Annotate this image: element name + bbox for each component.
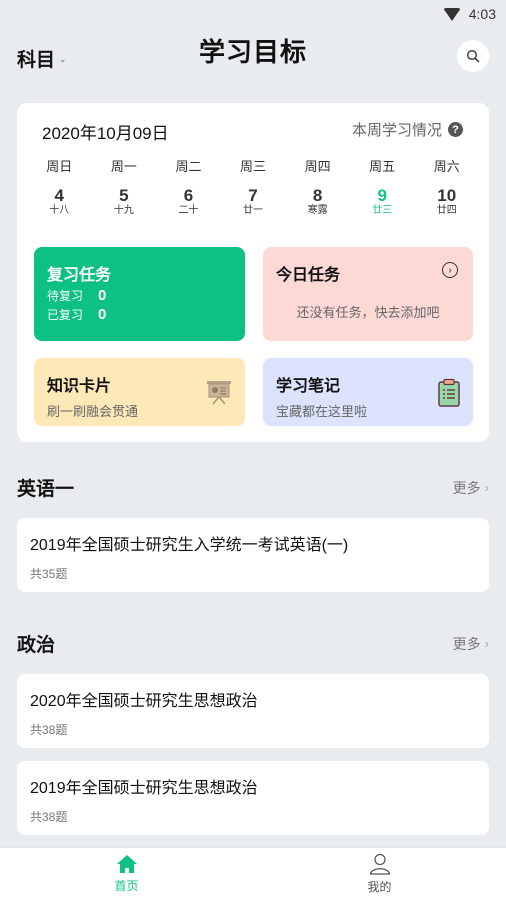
lunar-date: 廿三 <box>372 205 393 216</box>
review-tasks-title: 复习任务 <box>47 267 112 284</box>
exam-list-item[interactable]: 2019年全国硕士研究生思想政治 共38题 <box>17 761 489 835</box>
weekday-header: 周日 周一 周二 周三 周四 周五 周六 <box>27 156 479 175</box>
day-number: 9 <box>377 186 387 205</box>
day-cell[interactable]: 5 十九 <box>92 187 157 217</box>
section-title: 政治 <box>17 635 56 656</box>
arrow-right-circle-icon[interactable]: › <box>442 262 458 278</box>
exam-list-item[interactable]: 2020年全国硕士研究生思想政治 共38题 <box>17 674 489 748</box>
study-overview-card: 2020年10月09日 本周学习情况 ? 周日 周一 周二 周三 周四 周五 周… <box>17 103 489 442</box>
study-notes-subtitle: 宝藏都在这里啦 <box>276 404 368 419</box>
exam-title: 2019年全国硕士研究生入学统一考试英语(一) <box>30 537 349 554</box>
weekday-label: 周六 <box>433 159 460 174</box>
weekday-label: 周日 <box>46 159 73 174</box>
status-bar: 4:03 <box>0 0 506 28</box>
today-tasks-tile[interactable]: 今日任务 › 还没有任务，快去添加吧 <box>263 247 473 341</box>
lunar-date: 寒露 <box>307 205 328 216</box>
lunar-date: 十九 <box>113 205 134 216</box>
pending-review-count: 0 <box>98 287 107 304</box>
day-number: 10 <box>437 186 457 205</box>
weekday-label: 周四 <box>304 159 331 174</box>
page-title: 学习目标 <box>198 37 307 67</box>
study-notes-tile[interactable]: 学习笔记 宝藏都在这里啦 <box>263 358 473 426</box>
lunar-date: 廿一 <box>243 205 264 216</box>
question-count: 共38题 <box>30 723 68 737</box>
tab-label: 首页 <box>114 879 139 893</box>
day-cell[interactable]: 4 十八 <box>27 187 92 217</box>
week-days: 4 十八 5 十九 6 二十 7 廿一 8 寒露 9 廿三 10 廿四 <box>27 187 479 217</box>
chevron-right-icon: › <box>484 480 489 495</box>
week-info-label: 本周学习情况 <box>351 122 442 139</box>
today-tasks-title: 今日任务 <box>276 267 341 284</box>
study-notes-title: 学习笔记 <box>276 378 341 395</box>
exam-list-item[interactable]: 2019年全国硕士研究生入学统一考试英语(一) 共35题 <box>17 518 489 592</box>
day-number: 7 <box>248 186 258 205</box>
review-tasks-tile[interactable]: 复习任务 待复习 0 已复习 0 <box>34 247 245 341</box>
section-title: 英语一 <box>17 479 75 500</box>
day-cell[interactable]: 6 二十 <box>156 187 221 217</box>
day-number: 5 <box>119 186 129 205</box>
home-icon <box>116 855 137 873</box>
more-link[interactable]: 更多 › <box>453 478 489 498</box>
search-button[interactable] <box>457 40 489 72</box>
clipboard-icon <box>438 378 460 407</box>
weekday-label: 周一 <box>110 159 137 174</box>
chevron-right-icon: › <box>484 636 489 651</box>
day-cell-selected[interactable]: 9 廿三 <box>350 187 415 217</box>
done-review-label: 已复习 <box>47 308 84 322</box>
help-icon[interactable]: ? <box>448 122 463 137</box>
pending-review-label: 待复习 <box>47 289 84 303</box>
done-review-count: 0 <box>98 306 107 323</box>
tab-me[interactable]: 我的 <box>253 848 506 900</box>
search-icon <box>466 49 480 63</box>
question-count: 共35题 <box>30 567 68 581</box>
more-link[interactable]: 更多 › <box>453 634 489 654</box>
exam-title: 2020年全国硕士研究生思想政治 <box>30 693 258 710</box>
bottom-tab-bar: 首页 我的 <box>0 847 506 900</box>
day-cell[interactable]: 8 寒露 <box>285 187 350 217</box>
more-label: 更多 <box>452 479 481 496</box>
pending-review-row: 待复习 0 <box>47 287 232 304</box>
status-time: 4:03 <box>468 6 496 22</box>
day-number: 6 <box>183 186 194 205</box>
header: 科目 ⌄ 学习目标 <box>0 28 506 84</box>
lunar-date: 二十 <box>178 205 199 216</box>
tab-label: 我的 <box>367 880 392 894</box>
section-header-english: 英语一 更多 › <box>17 474 489 501</box>
day-cell[interactable]: 7 廿一 <box>221 187 286 217</box>
lunar-date: 十八 <box>49 205 70 216</box>
lunar-date: 廿四 <box>436 205 457 216</box>
wifi-icon <box>442 7 461 21</box>
more-label: 更多 <box>452 635 481 652</box>
user-icon <box>369 853 390 875</box>
day-number: 8 <box>312 186 323 205</box>
current-date: 2020年10月09日 <box>42 124 169 143</box>
weekday-label: 周三 <box>240 159 267 174</box>
weekday-label: 周二 <box>175 159 202 174</box>
day-cell[interactable]: 10 廿四 <box>414 187 479 217</box>
tab-home[interactable]: 首页 <box>0 848 253 900</box>
today-tasks-empty-text: 还没有任务，快去添加吧 <box>296 305 440 320</box>
exam-title: 2019年全国硕士研究生思想政治 <box>30 780 258 797</box>
week-study-info-link[interactable]: 本周学习情况 ? <box>352 119 463 140</box>
knowledge-cards-tile[interactable]: 知识卡片 刷一刷融会贯通 <box>34 358 245 426</box>
day-number: 4 <box>54 186 65 205</box>
done-review-row: 已复习 0 <box>47 306 232 323</box>
section-header-politics: 政治 更多 › <box>17 630 489 657</box>
question-count: 共38题 <box>30 810 68 824</box>
weekday-label: 周五 <box>369 159 396 174</box>
presentation-board-icon <box>207 381 231 405</box>
